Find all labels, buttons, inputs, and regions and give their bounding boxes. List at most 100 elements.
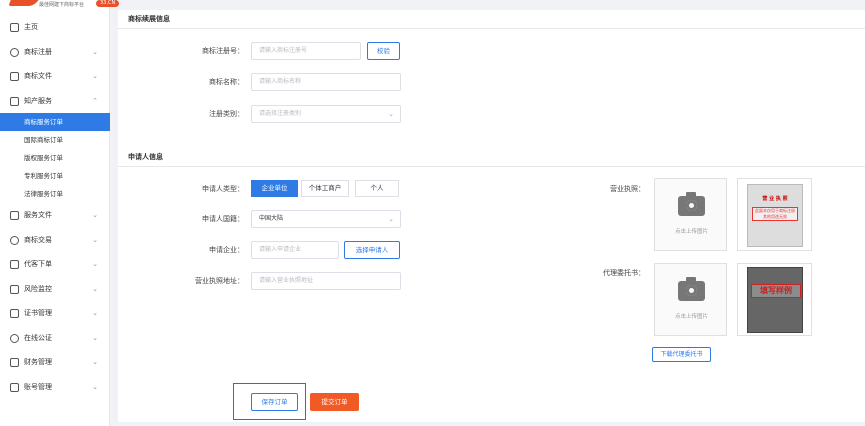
sidebar-item-trademark-files[interactable]: 商标文件 ⌄ (0, 64, 110, 89)
sidebar-item-risk-monitor[interactable]: 风险监控 ⌄ (0, 277, 110, 302)
save-order-button[interactable]: 保存订单 (251, 393, 298, 411)
address-label: 营业执照地址： (195, 277, 244, 285)
company-label: 申请企业： (209, 246, 244, 254)
address-input[interactable]: 请输入营业执照地址 (251, 272, 401, 290)
divider (118, 28, 865, 29)
section-title-applicant: 申请人信息 (128, 153, 163, 161)
sidebar: 最佳网建下商标平台 33.CN 主页 商标注册 ⌄ 商标文件 ⌄ 知产服务 ⌃ … (0, 0, 120, 426)
category-placeholder: 请选择注册类别 (259, 110, 302, 117)
sidebar-item-label: 风险监控 (24, 284, 52, 293)
proxy-order-icon (10, 260, 19, 269)
sidebar-nav: 主页 商标注册 ⌄ 商标文件 ⌄ 知产服务 ⌃ 商标服务订单 国际商标订单 版权… (0, 15, 110, 399)
sidebar-item-finance[interactable]: 财务管理 ⌄ (0, 350, 110, 375)
sidebar-subitem-patent-orders[interactable]: 专利服务订单 (0, 167, 110, 185)
sidebar-item-ip-services[interactable]: 知产服务 ⌃ (0, 89, 110, 114)
submit-order-button[interactable]: 提交订单 (310, 393, 359, 411)
logo-mark (8, 0, 40, 6)
sidebar-subitem-copyright-orders[interactable]: 版权服务订单 (0, 149, 110, 167)
sample-watermark: 填写样例 (751, 284, 801, 298)
license-sample-image[interactable]: 营 业 执 照 此副本仅用于商标注册 其他用途无效 (737, 178, 812, 251)
type-option-individual-business[interactable]: 个体工商户 (301, 180, 349, 197)
chevron-down-icon: ⌄ (92, 211, 98, 219)
sidebar-item-online-notary[interactable]: 在线公证 ⌄ (0, 326, 110, 351)
sidebar-subitem-trademark-orders[interactable]: 商标服务订单 (0, 113, 110, 131)
sidebar-item-label: 商标文件 (24, 72, 52, 80)
finance-icon (10, 358, 19, 367)
ip-service-icon (10, 96, 19, 106)
upload-hint: 点击上传图片 (674, 314, 708, 320)
sidebar-item-label: 主页 (24, 23, 38, 31)
sidebar-item-proxy-order[interactable]: 代客下单 ⌄ (0, 252, 110, 277)
sidebar-item-label: 财务管理 (24, 358, 52, 366)
power-of-attorney-label: 代理委托书： (603, 269, 645, 277)
divider (118, 166, 865, 167)
sidebar-item-label: 知产服务 (24, 96, 52, 105)
name-label: 商标名称： (209, 78, 244, 86)
camera-icon (678, 277, 705, 301)
type-option-individual[interactable]: 个人 (355, 180, 399, 197)
sample-stamp: 此副本仅用于商标注册 其他用途无效 (752, 207, 798, 221)
power-of-attorney-sample: 填写样例 (747, 267, 803, 333)
country-label: 申请人国籍： (202, 215, 244, 223)
country-value: 中国大陆 (259, 215, 284, 222)
download-power-of-attorney-button[interactable]: 下载代理委托书 (652, 347, 711, 362)
sidebar-item-trademark-registration[interactable]: 商标注册 ⌄ (0, 40, 110, 65)
sidebar-item-label: 账号管理 (24, 382, 52, 391)
certificate-icon (10, 309, 19, 318)
sample-title: 营 业 执 照 (762, 196, 788, 202)
sidebar-subitem-legal-orders[interactable]: 法律服务订单 (0, 185, 110, 203)
file-icon (10, 72, 19, 81)
service-file-icon (10, 211, 19, 220)
sidebar-item-label: 商标注册 (24, 47, 52, 56)
chevron-down-icon: ⌄ (92, 72, 98, 80)
select-applicant-button[interactable]: 选择申请人 (344, 241, 400, 259)
reg-no-label: 商标注册号： (202, 47, 244, 55)
sidebar-item-account[interactable]: 账号管理 ⌄ (0, 375, 110, 400)
power-of-attorney-upload[interactable]: 点击上传图片 (654, 263, 727, 336)
sidebar-item-home[interactable]: 主页 (0, 15, 110, 40)
chevron-down-icon: ⌄ (92, 333, 98, 342)
name-input[interactable]: 请输入商标名称 (251, 73, 401, 91)
notary-icon (10, 333, 19, 343)
registration-icon (10, 47, 19, 57)
sidebar-item-label: 服务文件 (24, 211, 52, 219)
order-form: 商标续展信息 商标注册号： 请输入商标注册号 校验 商标名称： 请输入商标名称 … (118, 10, 865, 422)
sidebar-item-certificates[interactable]: 证书管理 ⌄ (0, 301, 110, 326)
chevron-down-icon: ⌄ (92, 309, 98, 317)
account-icon (10, 382, 19, 392)
license-label: 营业执照： (610, 185, 645, 193)
section-title-trademark: 商标续展信息 (128, 15, 170, 23)
chevron-down-icon: ⌄ (92, 358, 98, 366)
applicant-type-label: 申请人类型： (202, 185, 244, 193)
category-select[interactable]: 请选择注册类别 ⌄ (251, 105, 401, 123)
camera-icon (678, 192, 705, 216)
chevron-down-icon: ⌄ (388, 215, 394, 223)
upload-hint: 点击上传图片 (674, 229, 708, 235)
sidebar-item-trademark-trade[interactable]: 商标交易 ⌄ (0, 228, 110, 253)
logo-badge: 33.CN (96, 0, 120, 7)
type-option-enterprise[interactable]: 企业单位 (251, 180, 298, 197)
logo-slogan: 最佳网建下商标平台 (39, 2, 85, 8)
chevron-down-icon: ⌄ (388, 110, 394, 118)
sidebar-item-service-files[interactable]: 服务文件 ⌄ (0, 203, 110, 228)
sidebar-item-label: 在线公证 (24, 333, 52, 342)
chevron-down-icon: ⌄ (92, 284, 98, 293)
company-input[interactable]: 请输入申请企业 (251, 241, 339, 259)
chevron-down-icon: ⌄ (92, 47, 98, 56)
trade-icon (10, 235, 19, 245)
reg-no-input[interactable]: 请输入商标注册号 (251, 42, 361, 60)
chevron-down-icon: ⌄ (92, 382, 98, 391)
home-icon (10, 23, 19, 32)
sidebar-item-label: 证书管理 (24, 309, 52, 317)
chevron-down-icon: ⌄ (92, 235, 98, 244)
verify-button[interactable]: 校验 (367, 42, 400, 60)
license-upload[interactable]: 点击上传图片 (654, 178, 727, 251)
sidebar-subitem-international-orders[interactable]: 国际商标订单 (0, 131, 110, 149)
country-select[interactable]: 中国大陆 ⌄ (251, 210, 401, 228)
business-license-sample: 营 业 执 照 此副本仅用于商标注册 其他用途无效 (747, 184, 803, 247)
chevron-down-icon: ⌄ (92, 260, 98, 268)
sidebar-item-label: 代客下单 (24, 260, 52, 268)
logo[interactable]: 最佳网建下商标平台 33.CN (8, 0, 120, 10)
category-label: 注册类别： (209, 110, 244, 118)
power-of-attorney-sample-image[interactable]: 填写样例 (737, 263, 812, 336)
